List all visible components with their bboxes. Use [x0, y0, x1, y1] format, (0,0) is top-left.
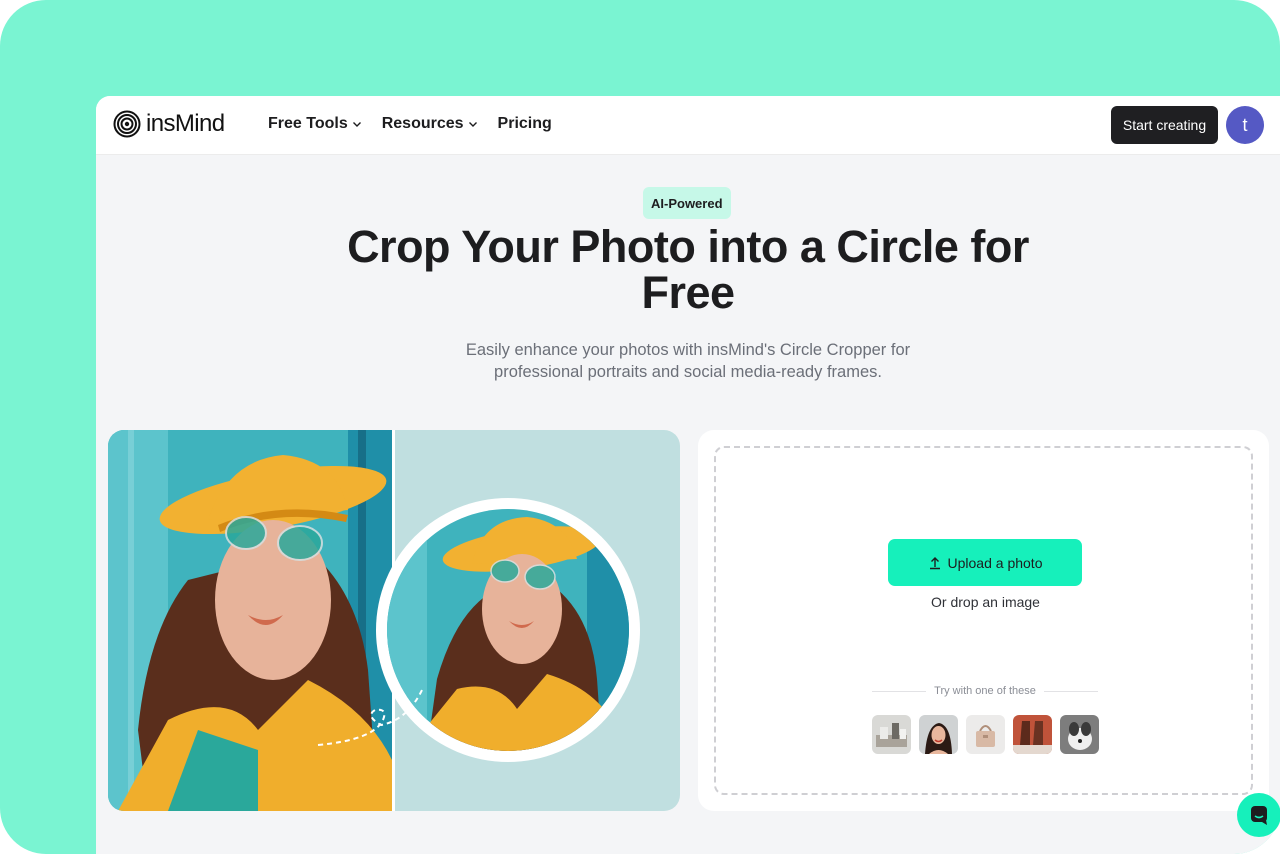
chevron-down-icon: [352, 122, 361, 127]
upload-card: Upload a photo Or drop an image Try with…: [698, 430, 1269, 811]
divider-line: [1043, 690, 1099, 692]
top-navigation: insMind Free Tools Resources Pricing Sta…: [96, 96, 1280, 155]
original-photo: [108, 430, 392, 811]
drop-zone[interactable]: Upload a photo Or drop an image Try with…: [714, 446, 1253, 795]
ai-powered-badge: AI-Powered: [643, 187, 731, 219]
logo-icon: [113, 110, 141, 138]
menu-free-tools[interactable]: Free Tools: [268, 115, 362, 133]
menu-pricing[interactable]: Pricing: [498, 115, 552, 133]
browser-window: insMind Free Tools Resources Pricing Sta…: [96, 96, 1280, 854]
drop-image-text: Or drop an image: [931, 594, 1040, 610]
page-title: Crop Your Photo into a Circle for Free: [347, 221, 1029, 318]
chevron-down-icon: [468, 122, 477, 127]
page-subtitle: Easily enhance your photos with insMind'…: [396, 339, 980, 383]
divider-line: [872, 690, 927, 692]
sample-dog[interactable]: [1060, 715, 1099, 754]
subtitle-line-1: Easily enhance your photos with insMind'…: [465, 341, 911, 359]
menu-free-tools-label: Free Tools: [268, 115, 348, 132]
sample-woman-portrait[interactable]: [919, 715, 958, 754]
sample-handbag[interactable]: [966, 715, 1005, 754]
menu-resources-label: Resources: [381, 115, 464, 132]
sample-images: [872, 715, 1099, 754]
upload-button-label: Upload a photo: [947, 554, 1043, 571]
menu-resources[interactable]: Resources: [382, 115, 478, 133]
subtitle-line-2: professional portraits and social media-…: [494, 363, 882, 381]
upload-photo-button[interactable]: Upload a photo: [888, 539, 1082, 586]
upload-arrow-icon: [929, 556, 940, 569]
logo[interactable]: insMind: [113, 110, 225, 138]
user-avatar[interactable]: t: [1226, 106, 1264, 144]
try-samples-label-row: Try with one of these: [872, 685, 1099, 697]
start-creating-button[interactable]: Start creating: [1111, 106, 1218, 144]
menu-pricing-label: Pricing: [497, 115, 552, 132]
try-samples-label: Try with one of these: [934, 685, 1036, 697]
before-after-demo-image: [108, 430, 680, 811]
logo-text: insMind: [146, 110, 225, 137]
main-menu: Free Tools Resources Pricing: [268, 115, 552, 133]
chat-bubble-icon: [1251, 806, 1267, 825]
sample-boots[interactable]: [1013, 715, 1052, 754]
background-frame: insMind Free Tools Resources Pricing Sta…: [0, 0, 1280, 854]
sample-products[interactable]: [872, 715, 911, 754]
arrow-decoration: [317, 687, 424, 746]
chat-support-button[interactable]: [1237, 793, 1280, 837]
